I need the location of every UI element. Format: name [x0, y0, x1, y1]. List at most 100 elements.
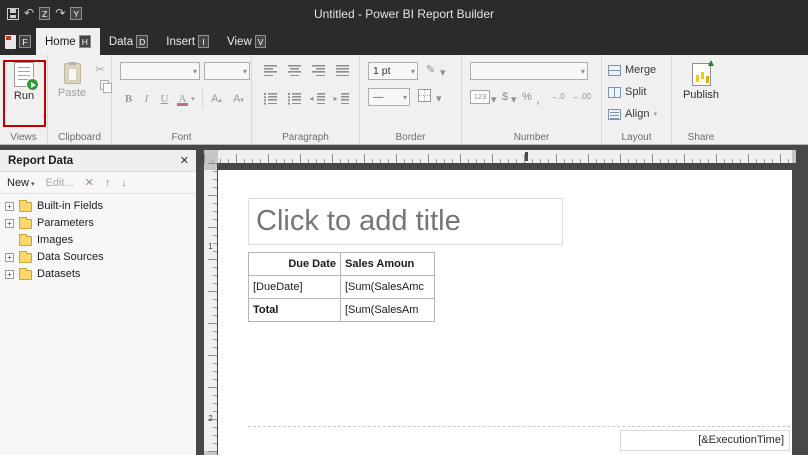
title-bar: ↶ Z ↷ Y Untitled - Power BI Report Build… — [0, 0, 808, 28]
app-window: ↶ Z ↷ Y Untitled - Power BI Report Build… — [0, 0, 808, 455]
tab-view[interactable]: View V — [218, 28, 275, 55]
ribbon-tab-row: F Home H Data D Insert I View V — [0, 28, 808, 55]
tree-item-datasets[interactable]: + Datasets — [0, 266, 196, 283]
file-menu-button[interactable]: F — [0, 28, 36, 55]
increase-indent-icon — [334, 93, 349, 104]
ribbon-group-layout: Merge Split Align ▾ Layout — [602, 55, 672, 144]
edit-button[interactable]: Edit... — [46, 177, 74, 189]
cut-button[interactable]: ✂ — [92, 62, 108, 78]
tree-item-images[interactable]: + Images — [0, 232, 196, 249]
ribbon-group-number: ▾ 123 ▾ $ ▾ % , →.0 ←.00 Number — [462, 55, 602, 144]
table-cell-duedate[interactable]: [DueDate] — [248, 275, 341, 299]
tree-item-data-sources[interactable]: + Data Sources — [0, 249, 196, 266]
bullet-list-button[interactable] — [260, 89, 280, 109]
ruler-number: 1 — [208, 242, 213, 251]
border-color-dropdown[interactable]: ▾ — [440, 66, 446, 79]
copy-button[interactable] — [92, 80, 108, 96]
publish-button-label: Publish — [682, 89, 720, 101]
align-button[interactable]: Align ▾ — [608, 105, 657, 123]
tab-data[interactable]: Data D — [100, 28, 157, 55]
table-header-row: Due Date Sales Amoun — [248, 252, 435, 276]
align-center-button[interactable] — [284, 61, 304, 81]
increase-indent-button[interactable] — [332, 89, 352, 109]
tree-item-label: Datasets — [37, 268, 81, 280]
justify-button[interactable] — [332, 61, 352, 81]
paste-button[interactable]: Paste — [52, 59, 92, 121]
chevron-down-icon: ▾ — [653, 111, 657, 118]
tree-item-label: Built-in Fields — [37, 200, 104, 212]
currency-dropdown[interactable]: ▾ — [511, 93, 517, 106]
border-style-select[interactable]: — ▾ — [368, 88, 410, 106]
numbered-list-button[interactable] — [284, 89, 304, 109]
new-button[interactable]: New ▾ — [7, 177, 35, 189]
run-button[interactable]: Run — [4, 59, 44, 121]
number-format-dropdown[interactable]: ▾ — [491, 93, 497, 106]
increase-decimal-button[interactable]: →.0 — [550, 92, 565, 101]
report-title-placeholder[interactable]: Click to add title — [248, 198, 563, 245]
execution-time-textbox[interactable]: [&ExecutionTime] — [620, 430, 790, 451]
borders-button[interactable] — [418, 89, 431, 107]
delete-icon[interactable]: ✕ — [85, 176, 94, 189]
ribbon: Run Views Paste ✂ Clipboard ▾ ▾ B I U A … — [0, 55, 808, 145]
expand-icon[interactable]: + — [5, 253, 14, 262]
tab-home-label: Home — [45, 35, 76, 48]
close-icon[interactable]: ✕ — [180, 150, 189, 172]
font-name-select[interactable]: ▾ — [120, 62, 200, 80]
table-cell-sum-sales[interactable]: [Sum(SalesAmc — [340, 275, 435, 299]
split-button[interactable]: Split — [608, 83, 646, 101]
divider — [202, 89, 203, 109]
table-cell-total[interactable]: Total — [248, 298, 341, 322]
tab-view-label: View — [227, 35, 252, 48]
merge-cells-icon — [608, 64, 621, 76]
align-left-button[interactable] — [260, 61, 280, 81]
bullet-list-icon — [263, 93, 277, 104]
border-color-button[interactable]: ✎ — [426, 63, 435, 76]
font-size-select[interactable]: ▾ — [204, 62, 250, 80]
vertical-ruler: 1 2 — [204, 163, 217, 455]
borders-dropdown[interactable]: ▾ — [436, 92, 442, 105]
expand-icon[interactable]: + — [5, 270, 14, 279]
chevron-down-icon: ▾ — [192, 67, 197, 76]
tab-home-keytip: H — [78, 35, 91, 48]
table-row: [DueDate] [Sum(SalesAmc — [248, 275, 435, 299]
publish-icon — [691, 60, 714, 86]
tree-item-parameters[interactable]: + Parameters — [0, 215, 196, 232]
tree-item-label: Parameters — [37, 217, 94, 229]
ribbon-group-share: Publish Share — [672, 55, 730, 144]
percent-button[interactable]: % — [522, 91, 532, 103]
bold-button[interactable]: B — [120, 91, 137, 108]
font-color-dropdown[interactable]: ▾ — [189, 91, 197, 108]
table-cell-sum-total[interactable]: [Sum(SalesAm — [340, 298, 435, 322]
move-down-icon[interactable]: ↓ — [121, 177, 127, 189]
design-surface-page[interactable]: Click to add title Due Date Sales Amoun … — [218, 170, 792, 455]
border-width-select[interactable]: 1 pt ▾ — [368, 62, 418, 80]
publish-button[interactable]: Publish — [681, 59, 721, 121]
expand-icon[interactable]: + — [5, 202, 14, 211]
move-up-icon[interactable]: ↑ — [105, 177, 111, 189]
paste-icon — [63, 62, 81, 84]
down-arrow-icon: ▾ — [240, 97, 244, 104]
currency-button[interactable]: $ — [502, 91, 508, 103]
decrease-decimal-button[interactable]: ←.00 — [572, 92, 591, 101]
file-keytip: F — [19, 35, 31, 48]
tab-insert[interactable]: Insert I — [157, 28, 218, 55]
grow-font-button[interactable]: A▴ — [208, 91, 225, 108]
align-right-button[interactable] — [308, 61, 328, 81]
tab-home[interactable]: Home H — [36, 28, 100, 55]
file-icon — [5, 34, 17, 49]
comma-button[interactable]: , — [536, 91, 540, 106]
table-header-due-date[interactable]: Due Date — [248, 252, 341, 276]
table-header-sales-amount[interactable]: Sales Amoun — [340, 252, 435, 276]
underline-button[interactable]: U — [156, 91, 173, 108]
borders-grid-icon — [418, 89, 431, 102]
tree-item-built-in-fields[interactable]: + Built-in Fields — [0, 198, 196, 215]
number-format-select[interactable]: ▾ — [470, 62, 588, 80]
merge-button[interactable]: Merge — [608, 61, 656, 79]
expand-icon[interactable]: + — [5, 219, 14, 228]
number-format-button[interactable]: 123 — [470, 90, 490, 104]
decrease-indent-button[interactable] — [308, 89, 328, 109]
italic-button[interactable]: I — [138, 91, 155, 108]
ribbon-group-clipboard: Paste ✂ Clipboard — [48, 55, 112, 144]
font-group-label: Font — [171, 132, 192, 143]
shrink-font-button[interactable]: A▾ — [230, 91, 247, 108]
